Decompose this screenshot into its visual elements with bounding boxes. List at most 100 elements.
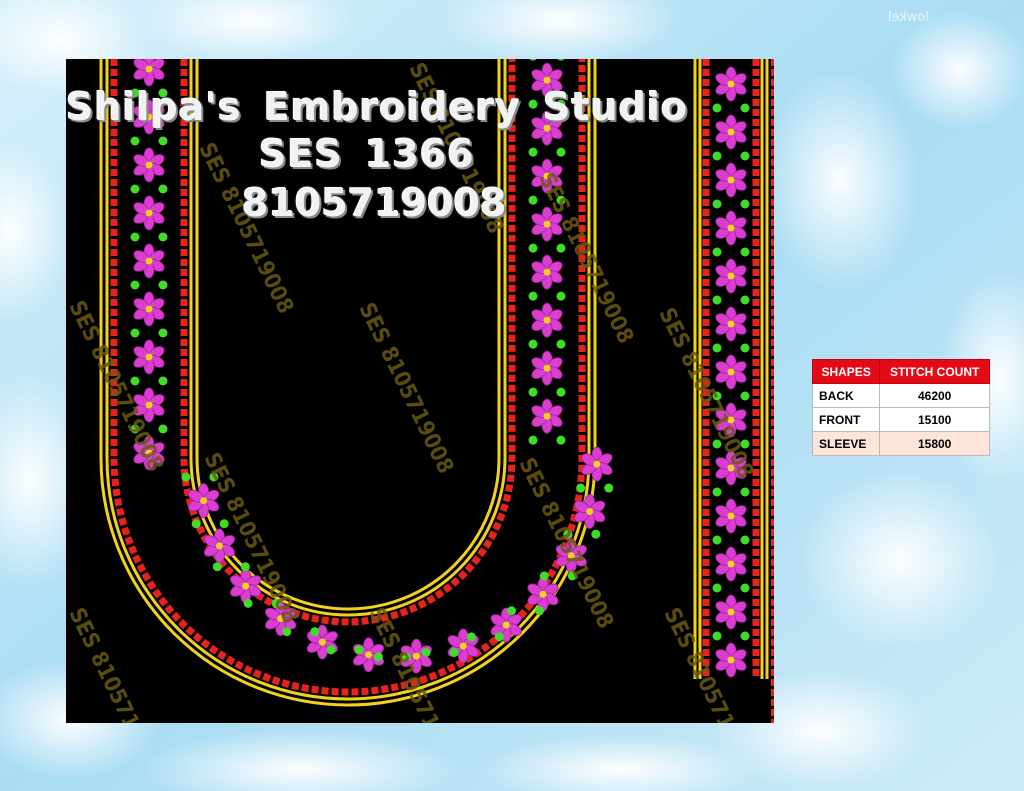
flower-center — [145, 257, 153, 265]
green-dot — [310, 627, 320, 637]
green-dot — [740, 199, 750, 209]
green-dot — [740, 151, 750, 161]
green-dot — [535, 606, 545, 616]
green-dot — [591, 529, 601, 539]
flower-center — [145, 401, 153, 409]
table-row: SLEEVE 15800 — [811, 431, 990, 456]
flower-motif — [715, 162, 747, 198]
shape-cell: BACK — [811, 383, 881, 408]
green-dot — [528, 195, 538, 205]
flower-motif — [715, 642, 747, 678]
flower-motif — [715, 498, 747, 534]
count-cell: 15100 — [879, 407, 990, 432]
green-dot — [326, 645, 336, 655]
green-dot — [556, 291, 566, 301]
flower-center — [727, 224, 735, 232]
green-dot — [158, 184, 168, 194]
flower-center — [365, 651, 373, 659]
green-dot — [712, 487, 722, 497]
stitch-count-table: SHAPES STITCH COUNT BACK 46200 FRONT 151… — [811, 359, 990, 456]
green-dot — [130, 184, 140, 194]
green-dot — [130, 232, 140, 242]
flower-center — [145, 161, 153, 169]
phone-number: 8105719008 — [242, 181, 507, 225]
flower-motif — [715, 114, 747, 150]
green-dot — [539, 571, 549, 581]
green-dot — [158, 136, 168, 146]
shapes-header: SHAPES — [811, 359, 881, 384]
green-dot — [712, 631, 722, 641]
count-cell: 15800 — [879, 431, 990, 456]
green-dot — [740, 487, 750, 497]
flower-center — [727, 128, 735, 136]
table-row: BACK 46200 — [811, 383, 990, 408]
flower-center — [145, 305, 153, 313]
green-dot — [507, 606, 517, 616]
green-dot — [528, 243, 538, 253]
green-dot — [528, 147, 538, 157]
green-dot — [466, 632, 476, 642]
green-dot — [449, 647, 459, 657]
green-dot — [528, 291, 538, 301]
flower-center — [727, 176, 735, 184]
green-dot — [712, 343, 722, 353]
flower-center — [593, 460, 601, 468]
shape-cell: SLEEVE — [811, 431, 881, 456]
stitch-count-header: STITCH COUNT — [879, 359, 990, 384]
green-dot — [191, 519, 201, 529]
green-dot — [158, 232, 168, 242]
green-dot — [528, 387, 538, 397]
flower-motif — [715, 258, 747, 294]
green-dot — [212, 562, 222, 572]
green-dot — [528, 435, 538, 445]
flower-center — [543, 364, 551, 372]
flower-motif — [581, 446, 613, 482]
flower-center — [502, 621, 510, 629]
green-dot — [712, 199, 722, 209]
flower-center — [412, 652, 420, 660]
green-dot — [494, 632, 504, 642]
flower-center — [459, 642, 467, 650]
flower-motif — [715, 66, 747, 102]
green-dot — [130, 376, 140, 386]
green-dot — [556, 147, 566, 157]
green-dot — [528, 339, 538, 349]
flower-center — [727, 656, 735, 664]
flower-center — [145, 353, 153, 361]
flower-motif — [715, 546, 747, 582]
green-dot — [130, 280, 140, 290]
flower-center — [145, 209, 153, 217]
green-dot — [556, 435, 566, 445]
flower-motif — [715, 354, 747, 390]
green-dot — [712, 583, 722, 593]
flower-center — [543, 76, 551, 84]
green-dot — [712, 535, 722, 545]
green-dot — [740, 343, 750, 353]
green-dot — [421, 647, 431, 657]
flower-center — [727, 608, 735, 616]
green-dot — [158, 328, 168, 338]
green-dot — [740, 295, 750, 305]
flower-center — [215, 542, 223, 550]
green-dot — [712, 103, 722, 113]
green-dot — [740, 247, 750, 257]
green-dot — [130, 136, 140, 146]
flower-center — [145, 65, 153, 73]
green-dot — [130, 328, 140, 338]
shape-cell: FRONT — [811, 407, 881, 432]
green-dot — [576, 483, 586, 493]
table-row: FRONT 15100 — [811, 407, 990, 432]
flower-motif — [715, 210, 747, 246]
count-cell: 46200 — [879, 383, 990, 408]
flower-center — [727, 368, 735, 376]
flower-center — [727, 320, 735, 328]
embroidery-design-panel: SES 8105719008 SES 8105719008 SES 810571… — [66, 59, 774, 723]
green-dot — [740, 103, 750, 113]
green-dot — [712, 295, 722, 305]
flower-center — [727, 80, 735, 88]
flower-center — [543, 316, 551, 324]
green-dot — [604, 483, 614, 493]
green-dot — [158, 280, 168, 290]
flower-center — [543, 412, 551, 420]
green-dot — [556, 387, 566, 397]
